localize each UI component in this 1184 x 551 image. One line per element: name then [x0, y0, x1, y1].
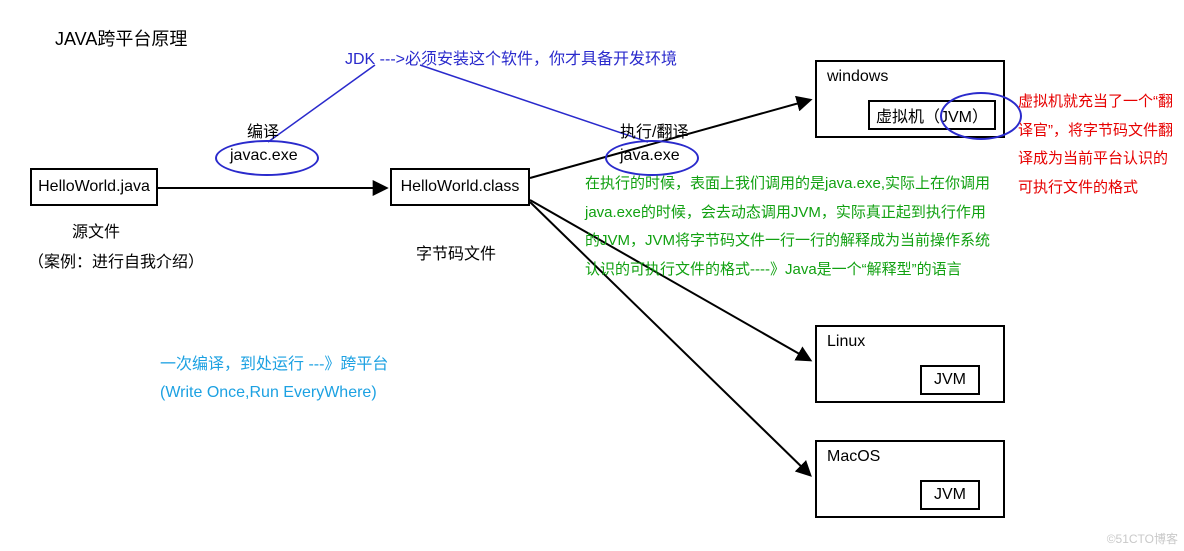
os-linux-label: Linux: [827, 333, 865, 351]
slogan-line-1: 一次编译，到处运行 ---》跨平台: [160, 350, 388, 374]
class-file-label: HelloWorld.class: [401, 178, 520, 196]
source-file-box: HelloWorld.java: [30, 168, 158, 206]
source-subtitle-1: 源文件: [72, 218, 120, 242]
red-explanation: 虚拟机就充当了一个“翻译官”，将字节码文件翻译成为当前平台认识的可执行文件的格式: [1018, 88, 1178, 202]
jvm-macos-box: JVM: [920, 480, 980, 510]
javac-label: javac.exe: [230, 147, 298, 165]
compile-label: 编译: [247, 118, 279, 142]
java-label: java.exe: [620, 147, 680, 165]
class-file-box: HelloWorld.class: [390, 168, 530, 206]
class-subtitle: 字节码文件: [416, 240, 496, 264]
exec-label: 执行/翻译: [620, 118, 688, 142]
diagram-title: JAVA跨平台原理: [55, 25, 187, 51]
jvm-linux-box: JVM: [920, 365, 980, 395]
slogan-line-2: (Write Once,Run EveryWhere): [160, 384, 377, 402]
os-macos-label: MacOS: [827, 448, 880, 466]
jdk-note: JDK --->必须安装这个软件，你才具备开发环境: [345, 45, 677, 69]
jvm-linux-label: JVM: [934, 371, 966, 389]
os-windows-label: windows: [827, 68, 888, 86]
jvm-macos-label: JVM: [934, 486, 966, 504]
source-subtitle-2: （案例：进行自我介绍）: [28, 248, 204, 272]
watermark: ©51CTO博客: [1107, 530, 1178, 547]
jvm-ellipse: [940, 92, 1022, 140]
source-file-label: HelloWorld.java: [38, 178, 150, 196]
green-explanation: 在执行的时候，表面上我们调用的是java.exe,实际上在你调用java.exe…: [585, 170, 1000, 284]
